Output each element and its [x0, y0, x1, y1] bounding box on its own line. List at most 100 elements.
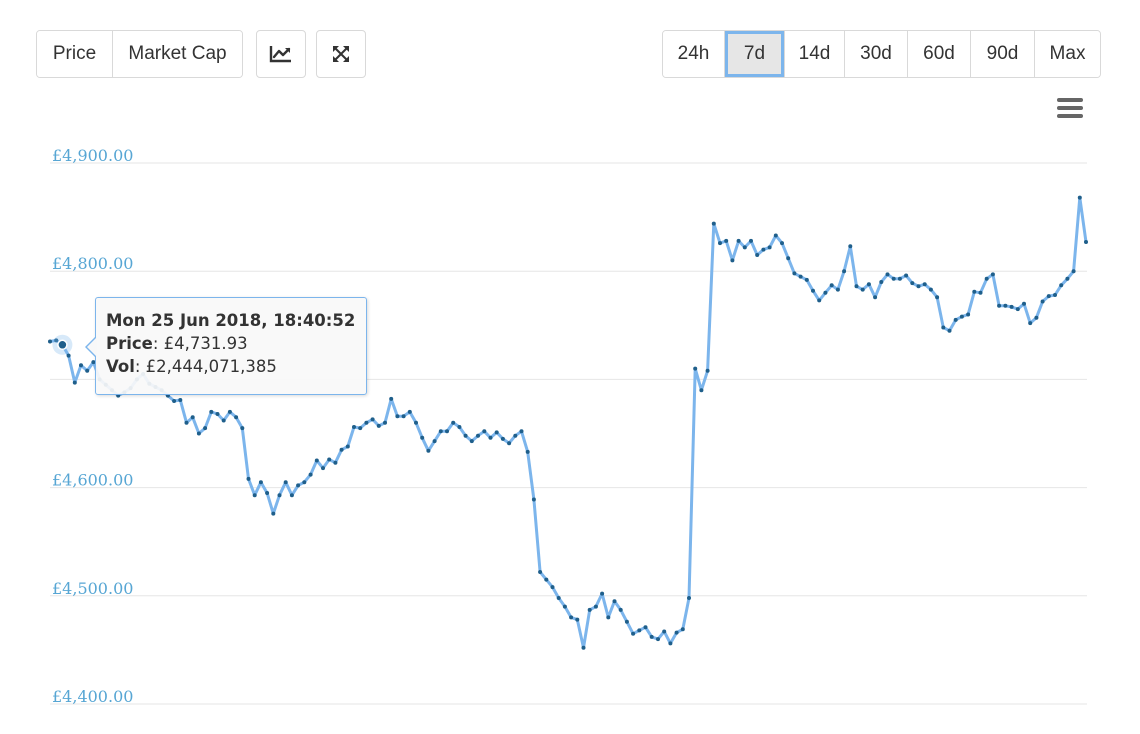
- data-point[interactable]: [848, 244, 853, 249]
- data-point[interactable]: [835, 287, 840, 292]
- data-point[interactable]: [612, 599, 617, 604]
- data-point[interactable]: [897, 276, 902, 281]
- data-point[interactable]: [283, 480, 288, 485]
- data-point[interactable]: [364, 420, 369, 425]
- data-point[interactable]: [910, 281, 915, 286]
- data-point[interactable]: [333, 460, 338, 465]
- data-point[interactable]: [773, 233, 778, 238]
- data-point[interactable]: [308, 472, 313, 477]
- data-point[interactable]: [289, 493, 294, 498]
- data-point[interactable]: [507, 441, 512, 446]
- data-point[interactable]: [711, 221, 716, 226]
- data-point[interactable]: [780, 241, 784, 246]
- data-point[interactable]: [234, 415, 239, 420]
- data-point[interactable]: [358, 426, 363, 431]
- data-point[interactable]: [959, 314, 964, 319]
- data-point[interactable]: [600, 591, 605, 596]
- data-point[interactable]: [178, 398, 183, 402]
- data-point[interactable]: [656, 637, 660, 642]
- data-point[interactable]: [544, 577, 549, 582]
- data-point[interactable]: [172, 399, 177, 403]
- data-point[interactable]: [227, 409, 232, 414]
- data-point[interactable]: [196, 431, 201, 436]
- data-point[interactable]: [258, 480, 263, 485]
- data-point[interactable]: [718, 241, 722, 246]
- data-point[interactable]: [990, 272, 995, 277]
- data-point[interactable]: [1077, 195, 1082, 200]
- data-point[interactable]: [935, 295, 940, 300]
- data-point[interactable]: [538, 570, 543, 574]
- data-point[interactable]: [383, 420, 387, 425]
- data-point[interactable]: [215, 412, 220, 416]
- data-point[interactable]: [321, 466, 325, 471]
- data-point[interactable]: [500, 436, 505, 441]
- data-point[interactable]: [687, 596, 691, 600]
- data-point[interactable]: [922, 282, 927, 287]
- data-point[interactable]: [680, 627, 685, 632]
- data-point[interactable]: [674, 630, 679, 635]
- data-point[interactable]: [370, 417, 375, 422]
- data-point[interactable]: [891, 276, 896, 281]
- data-point[interactable]: [736, 238, 741, 243]
- data-point[interactable]: [414, 420, 418, 425]
- data-point[interactable]: [246, 476, 251, 481]
- data-point[interactable]: [1059, 283, 1064, 288]
- data-point[interactable]: [705, 368, 710, 373]
- data-point[interactable]: [829, 283, 834, 288]
- data-point[interactable]: [1015, 307, 1020, 312]
- data-point[interactable]: [531, 497, 536, 502]
- data-point[interactable]: [376, 423, 381, 428]
- data-point[interactable]: [873, 295, 878, 300]
- data-point[interactable]: [469, 439, 474, 444]
- data-point[interactable]: [252, 493, 257, 498]
- data-point[interactable]: [302, 480, 307, 485]
- data-point[interactable]: [562, 604, 567, 609]
- data-point[interactable]: [823, 290, 828, 295]
- data-point[interactable]: [643, 625, 648, 630]
- data-point[interactable]: [767, 245, 772, 250]
- data-point[interactable]: [190, 415, 195, 420]
- data-point[interactable]: [277, 493, 282, 498]
- data-point[interactable]: [699, 388, 704, 393]
- data-point[interactable]: [1009, 304, 1014, 309]
- data-point[interactable]: [631, 631, 636, 636]
- data-point[interactable]: [79, 363, 83, 368]
- data-point[interactable]: [476, 433, 480, 438]
- data-point[interactable]: [352, 425, 356, 429]
- data-point[interactable]: [581, 645, 586, 650]
- data-point[interactable]: [854, 284, 859, 289]
- data-point[interactable]: [997, 303, 1002, 308]
- data-point[interactable]: [941, 325, 946, 330]
- data-point[interactable]: [817, 298, 822, 303]
- data-point[interactable]: [426, 448, 431, 453]
- data-point[interactable]: [525, 449, 530, 454]
- data-point[interactable]: [730, 258, 735, 263]
- data-point[interactable]: [1046, 294, 1051, 299]
- data-point[interactable]: [401, 414, 406, 419]
- data-point[interactable]: [860, 287, 865, 292]
- data-point[interactable]: [972, 289, 977, 294]
- data-point[interactable]: [271, 511, 276, 516]
- data-point[interactable]: [575, 617, 580, 622]
- data-point[interactable]: [984, 276, 989, 281]
- data-point[interactable]: [72, 380, 77, 385]
- data-point[interactable]: [395, 414, 400, 419]
- data-point[interactable]: [618, 607, 623, 612]
- data-point[interactable]: [842, 269, 847, 274]
- data-point[interactable]: [519, 429, 524, 434]
- data-point[interactable]: [904, 273, 909, 278]
- data-point[interactable]: [792, 271, 797, 276]
- data-point[interactable]: [265, 491, 270, 495]
- data-point[interactable]: [445, 429, 449, 434]
- data-point[interactable]: [885, 272, 890, 277]
- data-point[interactable]: [761, 247, 766, 252]
- data-point[interactable]: [947, 328, 952, 333]
- data-point[interactable]: [420, 435, 425, 440]
- data-point[interactable]: [66, 353, 71, 358]
- data-point[interactable]: [345, 444, 350, 449]
- data-point[interactable]: [451, 420, 456, 425]
- data-point[interactable]: [966, 312, 971, 317]
- data-point[interactable]: [1040, 299, 1045, 304]
- data-point[interactable]: [463, 433, 468, 438]
- data-point[interactable]: [1065, 276, 1070, 281]
